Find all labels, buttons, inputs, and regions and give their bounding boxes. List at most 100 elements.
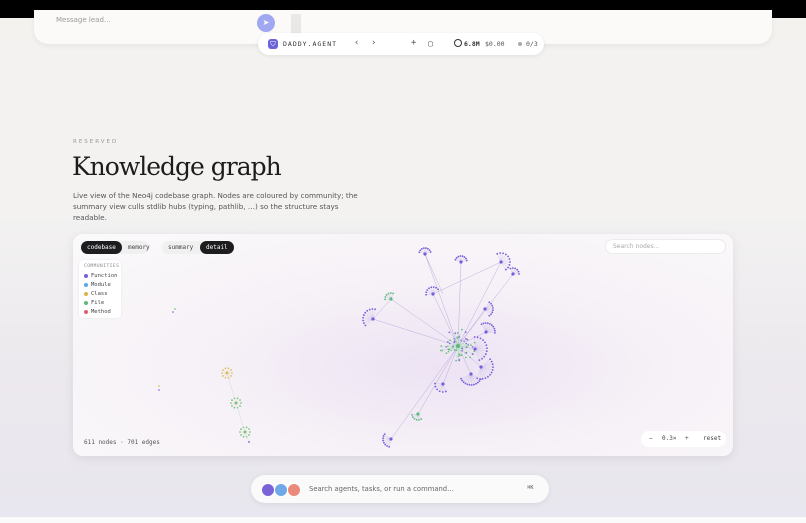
graph-node[interactable] [509,267,512,270]
graph-node[interactable] [462,381,465,384]
graph-node[interactable] [484,322,487,324]
graph-node[interactable] [388,445,391,448]
graph-node[interactable] [231,399,233,401]
graph-node[interactable] [441,382,445,386]
graph-node[interactable] [483,355,486,358]
graph-node[interactable] [479,378,482,381]
graph-node[interactable] [480,323,483,326]
graph-node[interactable] [504,268,507,271]
graph-node[interactable] [508,258,511,260]
graph-node[interactable] [479,365,483,369]
tab-detail[interactable]: detail [200,241,234,254]
graph-node[interactable] [457,255,460,258]
graph-node[interactable] [362,319,365,322]
graph-node[interactable] [389,297,393,301]
graph-node[interactable] [233,406,236,409]
command-bar[interactable]: Search agents, tasks, or run a command… … [251,475,549,503]
zoom-out-button[interactable]: − [649,435,653,442]
graph-node[interactable] [230,369,232,371]
graph-node[interactable] [425,293,427,296]
graph-node[interactable] [364,324,367,327]
chevron-left-icon[interactable]: ‹ [354,38,359,48]
graph-node[interactable] [245,426,248,429]
graph-node[interactable] [484,377,487,380]
graph-node[interactable] [484,330,488,334]
graph-node[interactable] [499,260,503,264]
graph-node[interactable] [371,308,374,310]
graph-node[interactable] [444,390,447,393]
graph-node[interactable] [484,341,486,344]
graph-node[interactable] [473,336,476,338]
graph-node[interactable] [411,416,414,418]
graph-node[interactable] [485,344,488,347]
graph-node[interactable] [494,331,496,334]
graph-node[interactable] [434,385,437,388]
graph-node[interactable] [420,248,423,250]
graph-node[interactable] [459,260,463,264]
graph-node[interactable] [174,308,176,310]
graph-node[interactable] [465,257,467,260]
graph-node[interactable] [489,358,492,361]
graph-node[interactable] [447,350,450,353]
graph-node[interactable] [248,434,250,436]
graph-node[interactable] [481,357,483,360]
graph-canvas[interactable] [73,234,733,456]
graph-node[interactable] [231,372,233,374]
graph-node[interactable] [425,291,428,294]
graph-node[interactable] [491,304,494,307]
graph-node[interactable] [382,439,385,442]
chat-icon[interactable]: ▢ [428,39,433,48]
graph-node[interactable] [502,252,505,255]
graph-node[interactable] [460,377,462,380]
graph-node[interactable] [511,267,514,269]
graph-node[interactable] [455,343,461,349]
graph-node[interactable] [385,294,388,296]
graph-node[interactable] [507,255,509,258]
graph-node[interactable] [517,270,520,273]
graph-node[interactable] [485,350,488,353]
graph-node[interactable] [482,322,485,325]
graph-node[interactable] [426,289,429,291]
graph-node[interactable] [248,441,250,443]
graph-node[interactable] [374,308,377,311]
graph-node[interactable] [431,292,435,296]
graph-node[interactable] [248,428,250,430]
graph-node[interactable] [448,348,451,351]
graph-node[interactable] [491,363,494,366]
graph-node[interactable] [413,417,416,420]
graph-node[interactable] [382,437,384,440]
graph-node[interactable] [227,367,230,370]
graph-node[interactable] [438,390,441,393]
graph-node[interactable] [489,373,491,376]
graph-node[interactable] [366,309,369,312]
graph-node[interactable] [242,435,245,438]
graph-node[interactable] [362,316,364,319]
graph-node[interactable] [476,336,479,339]
graph-node[interactable] [428,249,431,252]
graph-node[interactable] [488,301,491,304]
graph-node[interactable] [387,292,390,295]
graph-node[interactable] [221,372,223,374]
graph-node[interactable] [382,435,385,437]
graph-node[interactable] [239,405,241,407]
graph-node[interactable] [455,257,458,259]
tab-codebase[interactable]: codebase [81,241,122,254]
graph-node[interactable] [415,418,418,421]
send-button[interactable]: ➤ [257,14,275,32]
graph-node[interactable] [386,445,388,447]
graph-node[interactable] [411,413,413,416]
graph-node[interactable] [430,286,433,289]
graph-node[interactable] [416,412,420,416]
graph-node[interactable] [486,347,488,350]
graph-node[interactable] [469,372,473,376]
graph-node[interactable] [492,306,494,309]
graph-node[interactable] [418,251,421,254]
graph-node[interactable] [478,380,481,382]
graph-node[interactable] [222,369,224,371]
graph-node[interactable] [432,286,435,288]
graph-node[interactable] [419,249,422,252]
graph-node[interactable] [435,286,438,289]
graph-node[interactable] [427,247,429,250]
zoom-in-button[interactable]: + [685,435,689,442]
graph-node[interactable] [158,385,160,387]
